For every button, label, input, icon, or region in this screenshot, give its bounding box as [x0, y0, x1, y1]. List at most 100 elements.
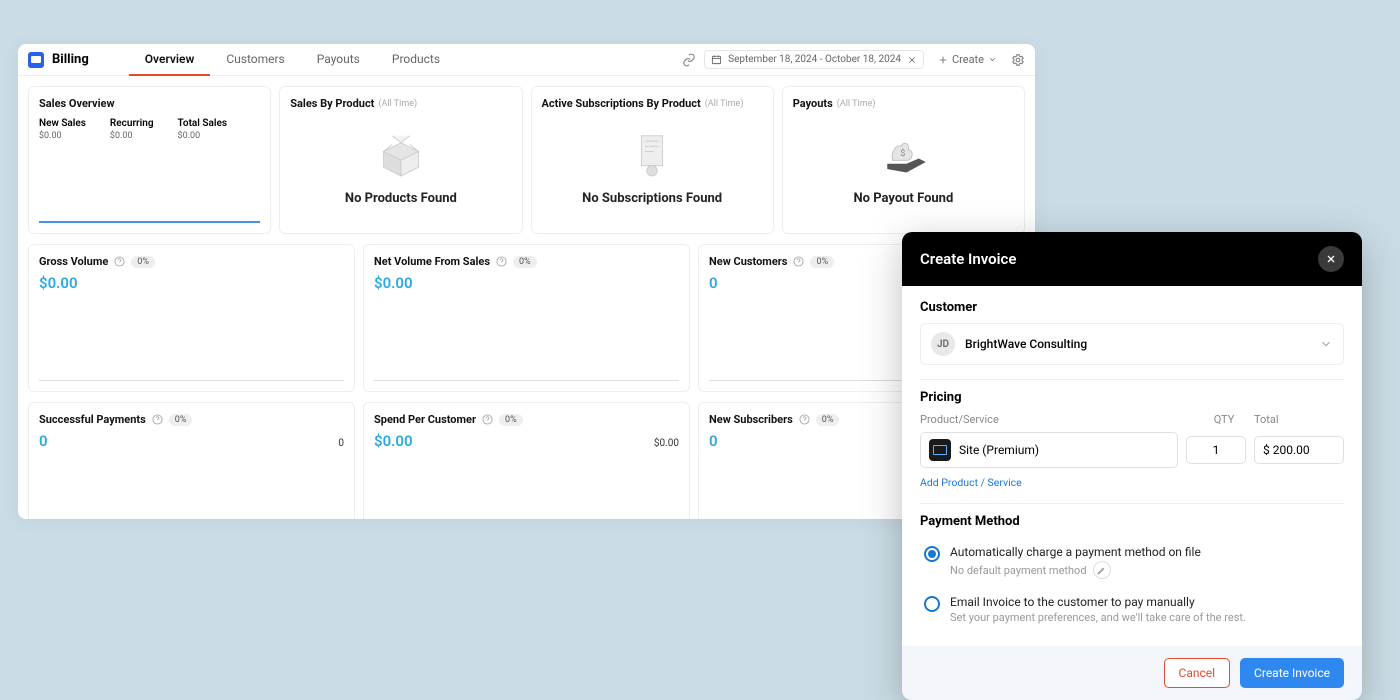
- metric-value: $0.00: [374, 432, 413, 450]
- product-icon: [929, 439, 951, 461]
- card-title: Successful Payments: [39, 413, 146, 426]
- date-range-picker[interactable]: September 18, 2024 - October 18, 2024: [704, 50, 924, 69]
- money-hand-icon: $: [873, 127, 933, 183]
- card-tag: (All Time): [378, 99, 417, 109]
- payment-method-email[interactable]: Email Invoice to the customer to pay man…: [920, 587, 1344, 632]
- topbar: Billing Overview Customers Payouts Produ…: [18, 44, 1035, 76]
- card-title: Sales Overview: [39, 97, 260, 110]
- empty-text: No Subscriptions Found: [582, 191, 722, 206]
- close-icon[interactable]: [907, 55, 917, 65]
- tab-overview[interactable]: Overview: [129, 44, 211, 76]
- customer-select[interactable]: JD BrightWave Consulting: [920, 323, 1344, 365]
- chart-line: [374, 380, 679, 381]
- card-title: New Customers: [709, 255, 787, 268]
- card-title: Spend Per Customer: [374, 413, 476, 426]
- card-title: New Subscribers: [709, 413, 793, 426]
- badge: 0%: [169, 414, 193, 426]
- edit-button[interactable]: [1093, 561, 1111, 579]
- help-icon[interactable]: [114, 256, 125, 267]
- gear-icon[interactable]: [1011, 53, 1025, 67]
- badge: 0%: [499, 414, 523, 426]
- card-active-subscriptions: Active Subscriptions By Product (All Time…: [531, 86, 774, 234]
- chart-line: [39, 380, 344, 381]
- metric-sub: 0: [338, 438, 344, 449]
- tab-customers[interactable]: Customers: [210, 44, 300, 76]
- cancel-button[interactable]: Cancel: [1164, 658, 1231, 688]
- product-name: Site (Premium): [959, 443, 1039, 457]
- nav-tabs: Overview Customers Payouts Products: [129, 44, 456, 76]
- help-icon[interactable]: [496, 256, 507, 267]
- add-product-link[interactable]: Add Product / Service: [920, 476, 1344, 489]
- radio-label: Automatically charge a payment method on…: [950, 545, 1201, 559]
- badge: 0%: [816, 414, 840, 426]
- create-invoice-button[interactable]: Create Invoice: [1240, 658, 1344, 688]
- badge: 0%: [131, 256, 155, 268]
- radio-label: Email Invoice to the customer to pay man…: [950, 595, 1246, 609]
- metric-value: $0.00: [39, 274, 344, 292]
- product-select[interactable]: Site (Premium): [920, 432, 1178, 468]
- create-button[interactable]: Create: [932, 50, 1003, 69]
- metric-value: $0.00: [374, 274, 679, 292]
- card-title: Net Volume From Sales: [374, 255, 490, 268]
- tab-products[interactable]: Products: [376, 44, 456, 76]
- col-total: Total: [1254, 413, 1344, 426]
- card-title: Gross Volume: [39, 255, 108, 268]
- recurring-label: Recurring: [110, 118, 154, 129]
- badge: 0%: [513, 256, 537, 268]
- pencil-icon: [1097, 566, 1106, 575]
- app-window: Billing Overview Customers Payouts Produ…: [18, 44, 1035, 519]
- card-tag: (All Time): [837, 99, 876, 109]
- modal-footer: Cancel Create Invoice: [902, 646, 1362, 700]
- card-payouts: Payouts(All Time) $ No Payout Found: [782, 86, 1025, 234]
- col-qty: QTY: [1194, 413, 1254, 426]
- link-icon[interactable]: [682, 53, 696, 67]
- radio-sub: No default payment method: [950, 564, 1087, 577]
- modal-title: Create Invoice: [920, 250, 1016, 268]
- card-net-volume: Net Volume From Sales 0% $0.00: [363, 244, 690, 392]
- app-title: Billing: [52, 52, 89, 67]
- card-spend-per-customer: Spend Per Customer0% $0.00$0.00: [363, 402, 690, 519]
- svg-text:$: $: [901, 148, 906, 159]
- payment-method-label: Payment Method: [920, 514, 1344, 529]
- plus-icon: [938, 55, 948, 65]
- tab-payouts[interactable]: Payouts: [301, 44, 376, 76]
- card-successful-payments: Successful Payments 0% 0 0: [28, 402, 355, 519]
- card-title: Sales By Product: [290, 97, 374, 110]
- close-icon: [1325, 253, 1337, 265]
- qty-input[interactable]: [1186, 436, 1246, 464]
- help-icon[interactable]: [152, 414, 163, 425]
- metric-value: 0: [39, 432, 48, 450]
- col-product: Product/Service: [920, 413, 1194, 426]
- total-input[interactable]: [1254, 436, 1344, 464]
- avatar: JD: [931, 332, 955, 356]
- pricing-label: Pricing: [920, 390, 1344, 405]
- help-icon[interactable]: [482, 414, 493, 425]
- card-tag: (All Time): [705, 99, 744, 109]
- receipt-icon: [622, 127, 682, 183]
- badge: 0%: [810, 256, 834, 268]
- close-button[interactable]: [1318, 246, 1344, 272]
- help-icon[interactable]: [793, 256, 804, 267]
- radio-sub: Set your payment preferences, and we'll …: [950, 611, 1246, 624]
- new-sales-label: New Sales: [39, 118, 86, 129]
- radio-icon: [924, 546, 940, 562]
- card-title: Payouts: [793, 97, 833, 110]
- chevron-down-icon: [1319, 337, 1333, 351]
- create-invoice-modal: Create Invoice Customer JD BrightWave Co…: [902, 232, 1362, 700]
- new-sales-value: $0.00: [39, 131, 86, 141]
- empty-text: No Products Found: [345, 191, 457, 206]
- app-logo-icon: [28, 52, 44, 68]
- date-range-text: September 18, 2024 - October 18, 2024: [728, 54, 901, 65]
- customer-name: BrightWave Consulting: [965, 337, 1309, 351]
- modal-header: Create Invoice: [902, 232, 1362, 286]
- chart-line: [39, 221, 260, 223]
- recurring-value: $0.00: [110, 131, 154, 141]
- customer-label: Customer: [920, 300, 1344, 315]
- payment-method-auto[interactable]: Automatically charge a payment method on…: [920, 537, 1344, 587]
- card-sales-overview: Sales Overview New Sales $0.00 Recurring $…: [28, 86, 271, 234]
- card-gross-volume: Gross Volume 0% $0.00: [28, 244, 355, 392]
- card-title: Active Subscriptions By Product: [542, 97, 701, 110]
- help-icon[interactable]: [799, 414, 810, 425]
- chevron-down-icon: [988, 55, 997, 64]
- total-sales-value: $0.00: [178, 131, 227, 141]
